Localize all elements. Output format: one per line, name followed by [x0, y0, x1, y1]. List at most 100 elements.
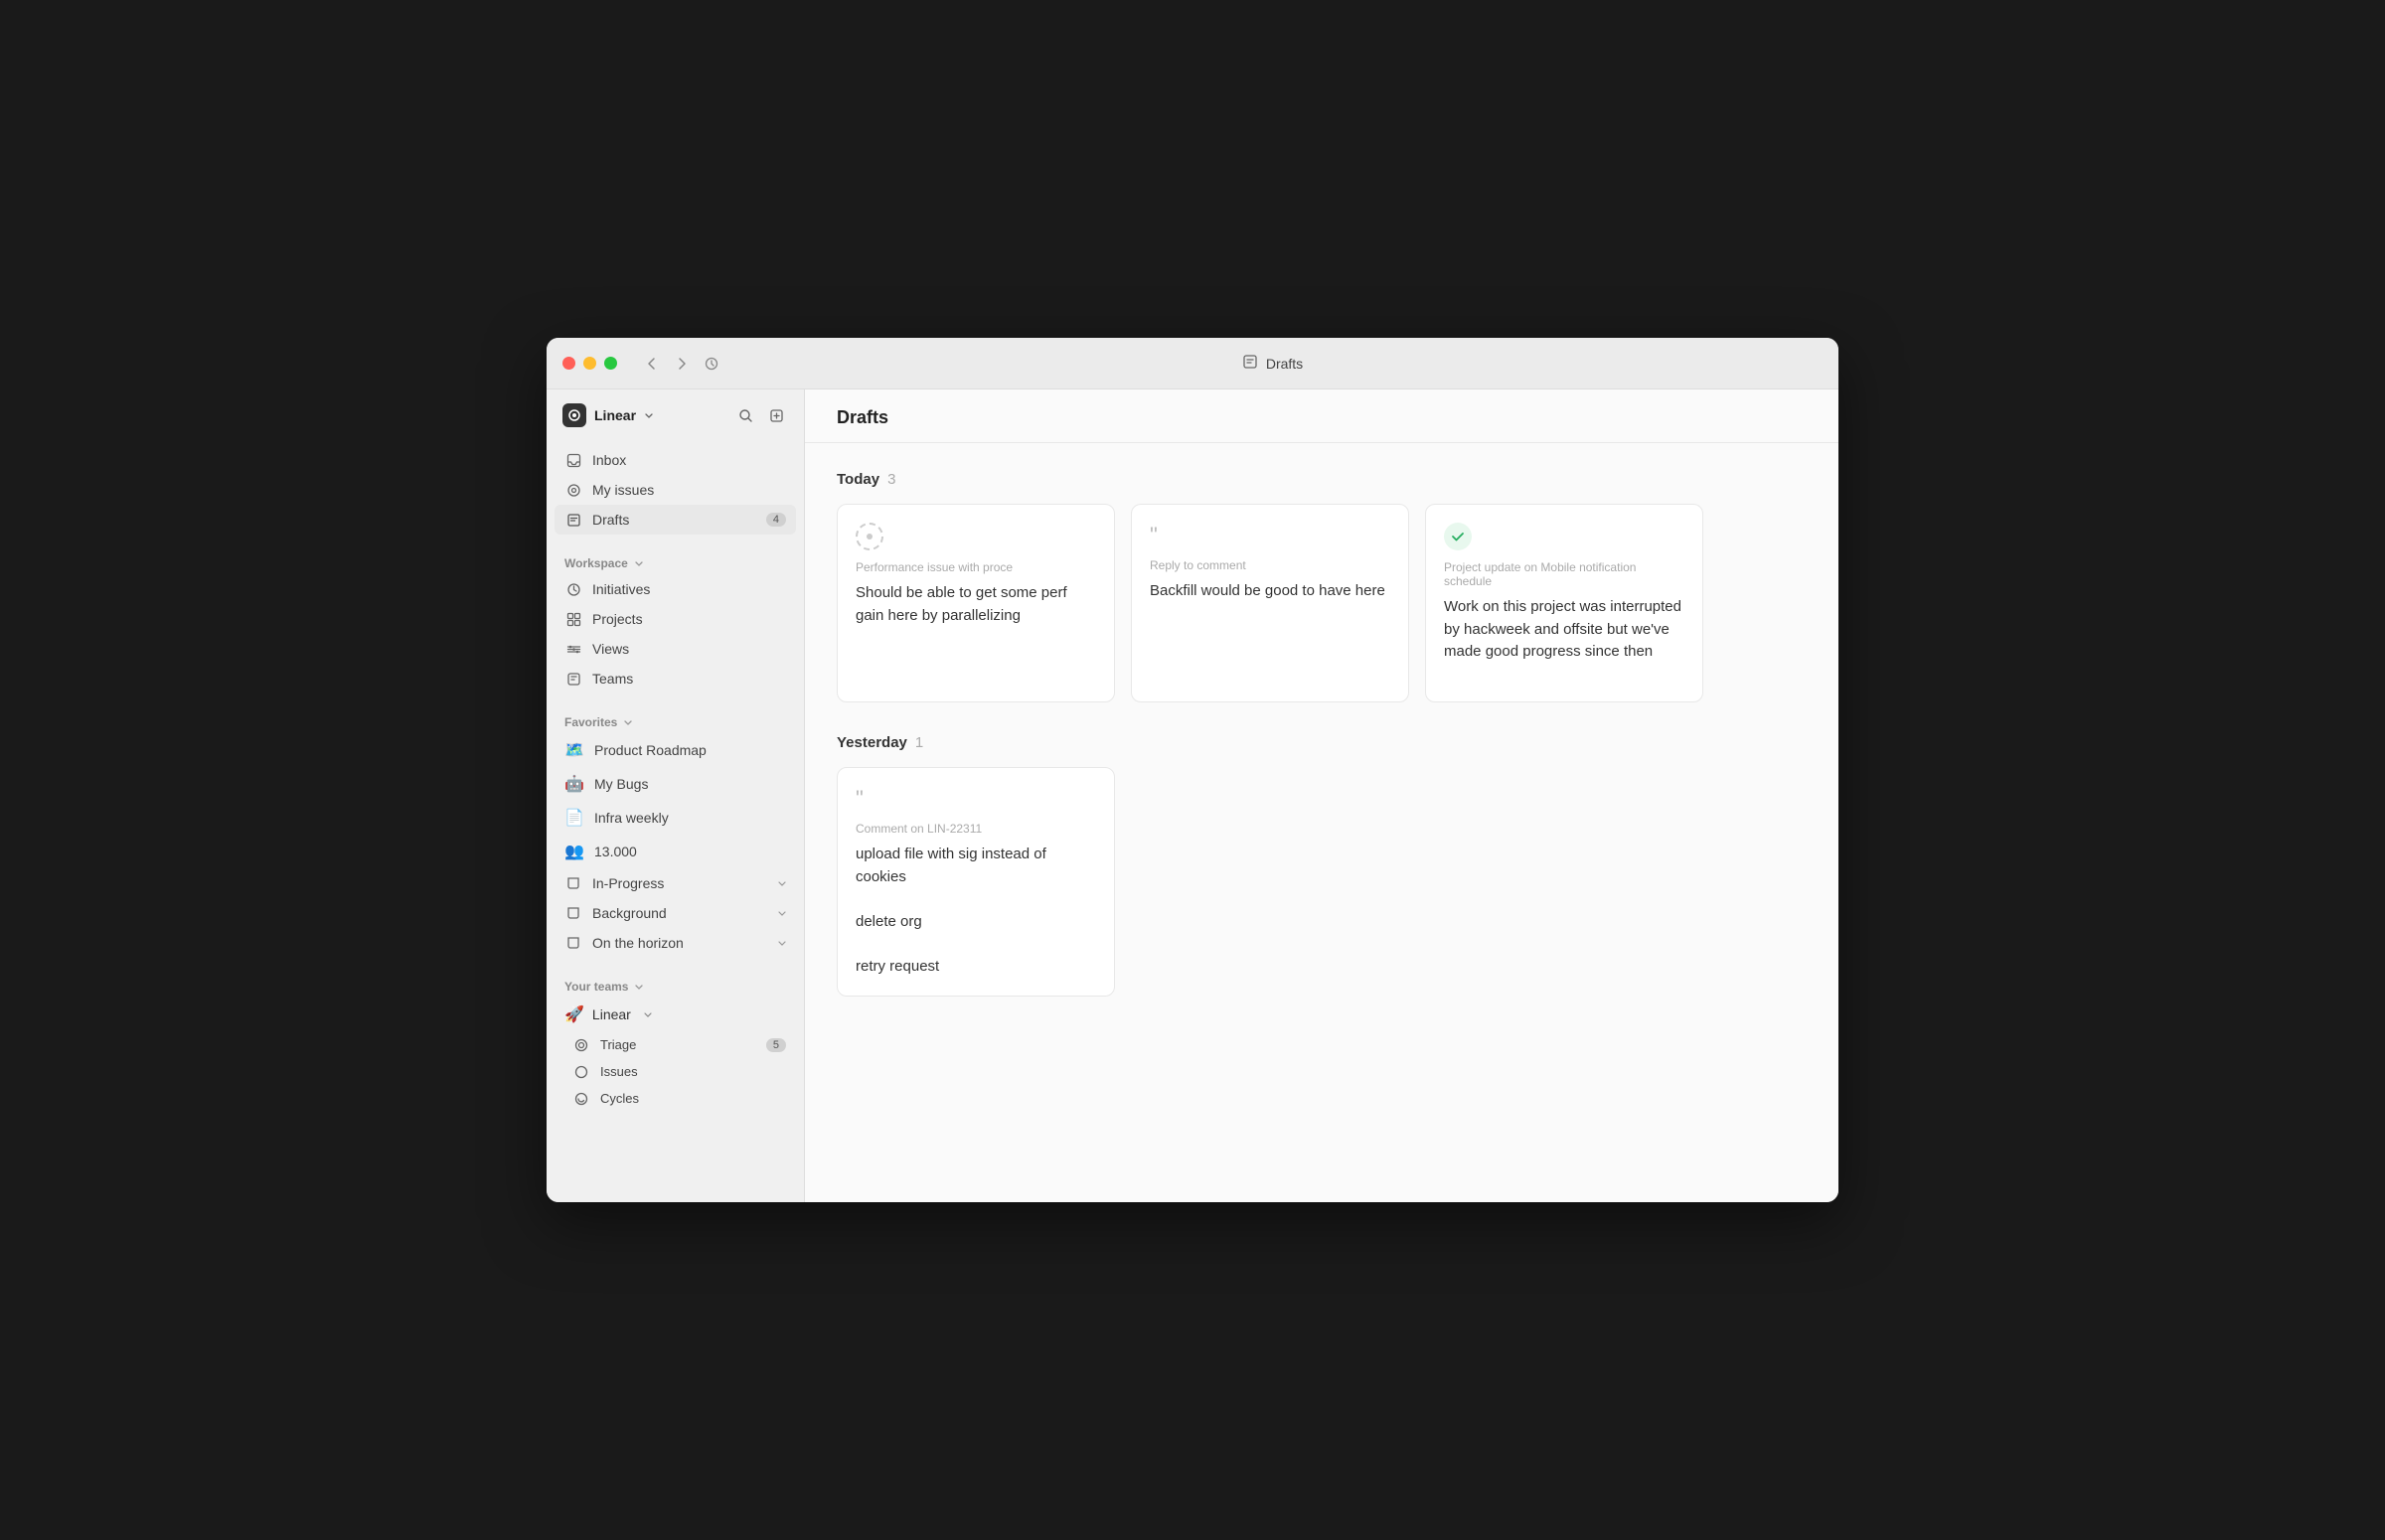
history-button[interactable]: [701, 353, 722, 375]
projects-label: Projects: [592, 611, 786, 627]
sidebar-item-initiatives[interactable]: Initiatives: [555, 574, 796, 604]
draft-card-2[interactable]: " Reply to comment Backfill would be goo…: [1131, 504, 1409, 702]
card-1-subtitle: Performance issue with proce: [856, 560, 1096, 574]
sidebar-item-infra-weekly[interactable]: 📄 Infra weekly: [555, 801, 796, 835]
issues-label: Issues: [600, 1064, 638, 1079]
card-2-quote-icon: ": [1150, 523, 1390, 548]
nav-buttons: [641, 353, 722, 375]
product-roadmap-label: Product Roadmap: [594, 742, 786, 758]
teams-label: Teams: [592, 671, 786, 687]
back-button[interactable]: [641, 353, 663, 375]
main-body: Today 3 Performance issue with proce Sho…: [805, 443, 1838, 1202]
background-label: Background: [592, 905, 766, 921]
yesterday-count: 1: [915, 734, 923, 751]
close-button[interactable]: [562, 357, 575, 370]
13000-icon: 👥: [564, 842, 584, 861]
issues-icon: [572, 1065, 590, 1079]
card-2-subtitle: Reply to comment: [1150, 558, 1390, 572]
workspace-chevron-icon: [644, 410, 654, 420]
favorites-chevron-icon: [623, 717, 633, 727]
sidebar-item-projects[interactable]: Projects: [555, 604, 796, 634]
sidebar-item-inbox[interactable]: Inbox: [555, 445, 796, 475]
sidebar-nav: Inbox My issues: [547, 441, 804, 539]
card-3-body: Work on this project was interrupted by …: [1444, 596, 1684, 664]
draft-card-3[interactable]: Project update on Mobile notification sc…: [1425, 504, 1703, 702]
sidebar-header: Linear: [547, 389, 804, 441]
sidebar-item-my-bugs[interactable]: 🤖 My Bugs: [555, 767, 796, 801]
cycles-label: Cycles: [600, 1091, 639, 1106]
workspace-section-label: Workspace: [564, 556, 628, 570]
in-progress-icon: [564, 876, 582, 890]
titlebar-title: Drafts: [1266, 356, 1303, 372]
workspace-label: Linear: [594, 407, 636, 423]
linear-team-arrow-icon: [643, 1009, 653, 1019]
draft-card-1[interactable]: Performance issue with proce Should be a…: [837, 504, 1115, 702]
sidebar-item-cycles[interactable]: Cycles: [555, 1085, 796, 1112]
sidebar-item-product-roadmap[interactable]: 🗺️ Product Roadmap: [555, 733, 796, 767]
card-4-subtitle: Comment on LIN-22311: [856, 822, 1096, 836]
favorites-section-header[interactable]: Favorites: [555, 711, 796, 733]
favorites-section: Favorites 🗺️ Product Roadmap 🤖 My Bugs 📄…: [547, 697, 804, 962]
sidebar-item-drafts[interactable]: Drafts 4: [555, 505, 796, 535]
your-teams-section-header[interactable]: Your teams: [555, 976, 796, 998]
yesterday-cards-row: " Comment on LIN-22311 upload file with …: [837, 767, 1807, 997]
projects-icon: [564, 612, 582, 627]
my-issues-label: My issues: [592, 482, 786, 498]
sidebar-item-views[interactable]: Views: [555, 634, 796, 664]
draft-card-4[interactable]: " Comment on LIN-22311 upload file with …: [837, 767, 1115, 997]
search-button[interactable]: [734, 404, 757, 427]
sidebar-item-in-progress[interactable]: In-Progress: [555, 868, 796, 898]
yesterday-section-header: Yesterday 1: [837, 734, 1807, 751]
infra-weekly-label: Infra weekly: [594, 810, 786, 826]
card-4-quote-icon: ": [856, 786, 1096, 812]
drafts-icon: [564, 513, 582, 528]
sidebar-item-teams[interactable]: Teams: [555, 664, 796, 693]
my-bugs-label: My Bugs: [594, 776, 786, 792]
card-1-spinner-icon: [856, 523, 883, 550]
titlebar: Drafts: [547, 338, 1838, 389]
sidebar-item-background[interactable]: Background: [555, 898, 796, 928]
drafts-badge: 4: [766, 513, 786, 527]
drafts-label: Drafts: [592, 512, 756, 528]
on-the-horizon-icon: [564, 936, 582, 950]
compose-button[interactable]: [765, 404, 788, 427]
traffic-lights: [562, 357, 617, 370]
maximize-button[interactable]: [604, 357, 617, 370]
sidebar: Linear: [547, 389, 805, 1202]
workspace-name[interactable]: Linear: [562, 403, 654, 427]
today-section-header: Today 3: [837, 471, 1807, 488]
sidebar-item-issues[interactable]: Issues: [555, 1058, 796, 1085]
card-4-body: upload file with sig instead of cookies …: [856, 844, 1096, 978]
sidebar-item-13000[interactable]: 👥 13.000: [555, 835, 796, 868]
on-the-horizon-arrow-icon: [776, 938, 786, 948]
forward-button[interactable]: [671, 353, 693, 375]
infra-weekly-icon: 📄: [564, 808, 584, 828]
workspace-section-header[interactable]: Workspace: [555, 552, 796, 574]
sidebar-actions: [734, 404, 788, 427]
sidebar-item-on-the-horizon[interactable]: On the horizon: [555, 928, 796, 958]
linear-team-icon: 🚀: [564, 1004, 584, 1024]
in-progress-arrow-icon: [776, 878, 786, 888]
your-teams-label: Your teams: [564, 980, 628, 994]
triage-icon: [572, 1038, 590, 1052]
my-issues-icon: [564, 483, 582, 498]
workspace-section-chevron-icon: [634, 558, 644, 568]
yesterday-label: Yesterday: [837, 734, 907, 751]
today-label: Today: [837, 471, 879, 488]
triage-label: Triage: [600, 1037, 636, 1052]
sidebar-item-linear-team[interactable]: 🚀 Linear: [555, 998, 796, 1031]
sidebar-item-my-issues[interactable]: My issues: [555, 475, 796, 505]
your-teams-section: Your teams 🚀 Linear: [547, 962, 804, 1116]
views-label: Views: [592, 641, 786, 657]
background-arrow-icon: [776, 908, 786, 918]
card-1-body: Should be able to get some perf gain her…: [856, 582, 1096, 627]
minimize-button[interactable]: [583, 357, 596, 370]
your-teams-chevron-icon: [634, 982, 644, 992]
background-icon: [564, 906, 582, 920]
card-3-status-icon: [1444, 523, 1472, 550]
titlebar-center: Drafts: [722, 354, 1823, 373]
inbox-icon: [564, 453, 582, 468]
initiatives-icon: [564, 582, 582, 597]
sidebar-item-triage[interactable]: Triage 5: [555, 1031, 796, 1058]
titlebar-drafts-icon: [1242, 354, 1258, 373]
